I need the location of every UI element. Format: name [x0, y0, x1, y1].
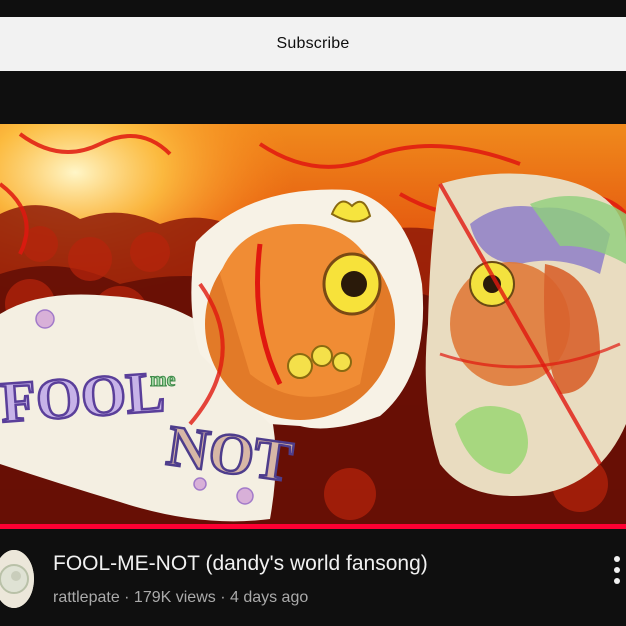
more-dot	[614, 556, 620, 562]
video-title[interactable]: FOOL-ME-NOT (dandy's world fansong)	[53, 552, 428, 576]
channel-avatar[interactable]	[0, 550, 34, 608]
thumbnail-art: FOOL me NOT	[0, 124, 626, 528]
more-vert-icon[interactable]	[614, 556, 626, 586]
watched-progress-fill	[0, 524, 626, 529]
subscribe-label: Subscribe	[276, 35, 350, 52]
more-dot	[614, 578, 620, 584]
watched-progress-bar	[0, 524, 626, 529]
lettering-fool: FOOL	[0, 359, 167, 435]
video-meta: rattlepate · 179K views · 4 days ago	[53, 589, 309, 606]
top-strip	[0, 0, 626, 17]
lettering-me: me	[150, 369, 176, 391]
subscribe-button[interactable]: Subscribe	[0, 17, 626, 71]
more-dot	[614, 567, 620, 573]
avatar-art	[0, 550, 34, 608]
video-thumbnail[interactable]: FOOL me NOT 5	[0, 124, 626, 528]
